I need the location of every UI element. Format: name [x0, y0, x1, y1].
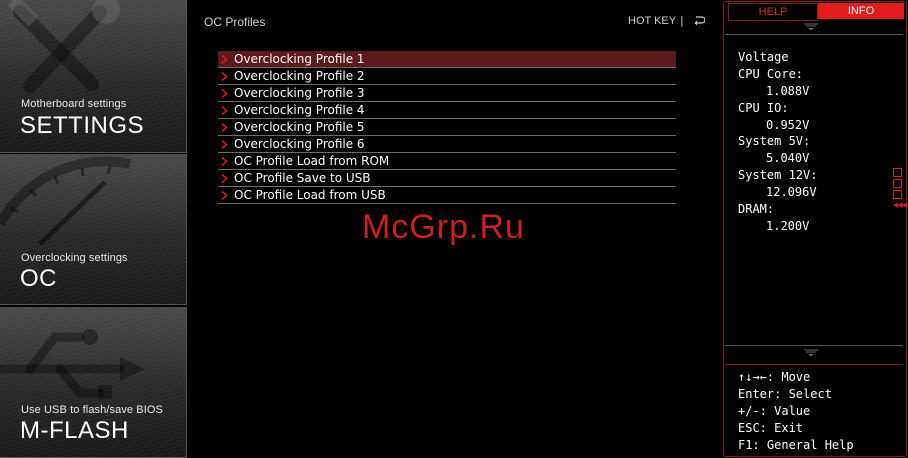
chevron-right-icon — [221, 157, 228, 166]
menu-item-load-from-usb[interactable]: OC Profile Load from USB — [218, 187, 676, 204]
menu-item-save-to-usb[interactable]: OC Profile Save to USB — [218, 170, 676, 187]
menu-item-label: Overclocking Profile 4 — [234, 103, 365, 117]
chevron-right-icon — [221, 55, 228, 64]
key-help: ↑↓→←: Move Enter: Select +/-: Value ESC:… — [738, 369, 854, 454]
divider — [725, 345, 903, 346]
menu-item-profile-4[interactable]: Overclocking Profile 4 — [218, 102, 676, 119]
chevron-right-icon — [221, 140, 228, 149]
cpu-core-value: 1.088V — [766, 83, 810, 98]
tab-info[interactable]: INFO — [818, 3, 904, 19]
indicator-square — [893, 179, 902, 188]
watermark: McGrp.Ru — [362, 208, 525, 246]
menu-item-profile-6[interactable]: Overclocking Profile 6 — [218, 136, 676, 153]
nav-oc-title: OC — [20, 265, 57, 292]
chevron-right-icon — [221, 123, 228, 132]
chevron-right-icon — [221, 174, 228, 183]
voltage-info: Voltage CPU Core: 1.088V CPU IO: 0.952V … — [738, 49, 817, 235]
menu-item-profile-2[interactable]: Overclocking Profile 2 — [218, 68, 676, 85]
help-general: F1: General Help — [738, 438, 854, 452]
oc-profile-menu: Overclocking Profile 1 Overclocking Prof… — [218, 51, 676, 204]
help-value: +/-: Value — [738, 404, 811, 418]
tab-help[interactable]: HELP — [728, 3, 818, 21]
nav-settings-tile[interactable]: Motherboard settings SETTINGS — [0, 0, 187, 153]
chevron-right-icon — [221, 89, 228, 98]
menu-item-label: Overclocking Profile 1 — [234, 52, 365, 66]
system-5v-label: System 5V: — [738, 134, 811, 149]
help-move: ↑↓→←: Move — [738, 370, 811, 384]
cpu-io-value: 0.952V — [766, 117, 810, 132]
menu-item-label: OC Profile Save to USB — [234, 171, 371, 185]
nav-mflash-title: M-FLASH — [20, 417, 129, 444]
voltage-heading: Voltage — [738, 50, 789, 64]
back-icon[interactable] — [693, 15, 705, 27]
hotkey-button[interactable]: HOT KEY — [628, 15, 676, 27]
menu-item-label: OC Profile Load from ROM — [234, 154, 390, 168]
menu-item-label: Overclocking Profile 6 — [234, 137, 365, 151]
indicator-arrows-icon: ◀◀◀ — [893, 201, 907, 209]
nav-oc-tile[interactable]: Overclocking settings OC — [0, 154, 187, 305]
indicator-square — [893, 190, 902, 199]
menu-item-label: OC Profile Load from USB — [234, 188, 386, 202]
nav-oc-subtitle: Overclocking settings — [21, 252, 128, 264]
dram-label: DRAM: — [738, 202, 775, 217]
chevron-right-icon — [221, 191, 228, 200]
indicator-square — [893, 168, 902, 177]
divider — [725, 364, 903, 365]
menu-item-profile-1[interactable]: Overclocking Profile 1 — [218, 51, 676, 68]
menu-item-profile-5[interactable]: Overclocking Profile 5 — [218, 119, 676, 136]
cpu-io-label: CPU IO: — [738, 100, 789, 115]
nav-settings-subtitle: Motherboard settings — [21, 98, 127, 110]
menu-item-load-from-rom[interactable]: OC Profile Load from ROM — [218, 153, 676, 170]
grip-icon[interactable] — [802, 349, 820, 357]
right-panel: HELP INFO Voltage CPU Core: 1.088V CPU I… — [722, 0, 908, 457]
menu-item-label: Overclocking Profile 3 — [234, 86, 365, 100]
menu-item-label: Overclocking Profile 2 — [234, 69, 365, 83]
nav-settings-title: SETTINGS — [20, 112, 145, 139]
cpu-core-label: CPU Core: — [738, 66, 804, 81]
page-title: OC Profiles — [204, 15, 266, 29]
nav-mflash-subtitle: Use USB to flash/save BIOS — [21, 404, 163, 416]
nav-mflash-tile[interactable]: Use USB to flash/save BIOS M-FLASH — [0, 307, 187, 458]
left-navigation: Motherboard settings SETTINGS Overclocki… — [0, 0, 187, 458]
chevron-right-icon — [221, 72, 228, 81]
system-5v-value: 5.040V — [766, 151, 810, 166]
side-indicator: ◀◀◀ — [893, 168, 907, 209]
chevron-right-icon — [221, 106, 228, 115]
divider — [725, 34, 903, 35]
menu-item-profile-3[interactable]: Overclocking Profile 3 — [218, 85, 676, 102]
system-12v-value: 12.096V — [766, 185, 817, 200]
hotkey-separator: | — [680, 14, 684, 27]
grip-icon[interactable] — [802, 23, 820, 31]
menu-item-label: Overclocking Profile 5 — [234, 120, 365, 134]
dram-value: 1.200V — [766, 218, 810, 233]
help-exit: ESC: Exit — [738, 421, 804, 435]
help-select: Enter: Select — [738, 387, 832, 401]
system-12v-label: System 12V: — [738, 168, 818, 183]
